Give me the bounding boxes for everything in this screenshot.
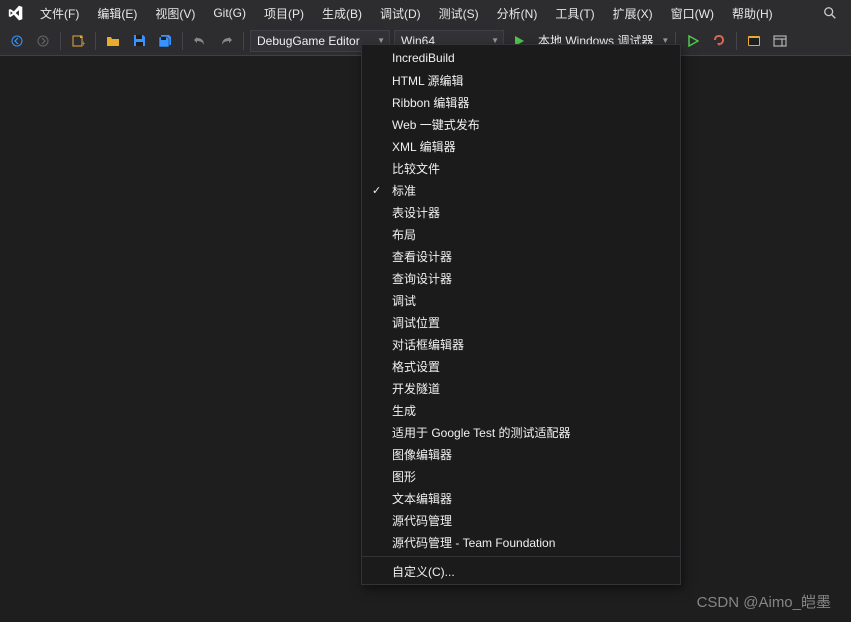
- menu-item-graphics[interactable]: 图形: [362, 465, 680, 487]
- menu-item-incredibuild[interactable]: IncrediBuild: [362, 47, 680, 69]
- watermark: CSDN @Aimo_皑墨: [697, 591, 831, 612]
- menu-help[interactable]: 帮助(H): [724, 1, 781, 26]
- menu-item-html-source[interactable]: HTML 源编辑: [362, 69, 680, 91]
- open-folder-icon[interactable]: [102, 30, 124, 52]
- save-all-icon[interactable]: [154, 30, 176, 52]
- menu-item-standard[interactable]: ✓标准: [362, 179, 680, 201]
- menu-edit[interactable]: 编辑(E): [89, 1, 145, 26]
- new-item-icon[interactable]: +: [67, 30, 89, 52]
- menu-item-customize[interactable]: 自定义(C)...: [362, 560, 680, 582]
- menu-item-google-test[interactable]: 适用于 Google Test 的测试适配器: [362, 421, 680, 443]
- separator: [736, 32, 737, 50]
- toolbar-context-menu: IncrediBuild HTML 源编辑 Ribbon 编辑器 Web 一键式…: [361, 44, 681, 585]
- menu-item-web-publish[interactable]: Web 一键式发布: [362, 113, 680, 135]
- menu-item-ribbon-editor[interactable]: Ribbon 编辑器: [362, 91, 680, 113]
- separator: [243, 32, 244, 50]
- menu-window[interactable]: 窗口(W): [663, 1, 722, 26]
- menu-build[interactable]: 生成(B): [314, 1, 370, 26]
- menu-item-dev-tunnel[interactable]: 开发隧道: [362, 377, 680, 399]
- menu-file[interactable]: 文件(F): [32, 1, 87, 26]
- menu-item-debug-location[interactable]: 调试位置: [362, 311, 680, 333]
- nav-forward-icon[interactable]: [32, 30, 54, 52]
- menu-item-source-control[interactable]: 源代码管理: [362, 509, 680, 531]
- menu-analyze[interactable]: 分析(N): [489, 1, 546, 26]
- search-icon[interactable]: [815, 2, 845, 24]
- save-icon[interactable]: [128, 30, 150, 52]
- hot-reload-icon[interactable]: [708, 30, 730, 52]
- separator: [60, 32, 61, 50]
- menu-item-source-control-tf[interactable]: 源代码管理 - Team Foundation: [362, 531, 680, 553]
- menu-item-xml-editor[interactable]: XML 编辑器: [362, 135, 680, 157]
- menu-item-compare-files[interactable]: 比较文件: [362, 157, 680, 179]
- check-icon: ✓: [372, 184, 381, 197]
- layout-icon[interactable]: [769, 30, 791, 52]
- start-without-debug-icon[interactable]: [682, 30, 704, 52]
- menu-item-format[interactable]: 格式设置: [362, 355, 680, 377]
- separator: [182, 32, 183, 50]
- nav-back-icon[interactable]: [6, 30, 28, 52]
- svg-text:+: +: [81, 39, 85, 48]
- undo-icon[interactable]: [189, 30, 211, 52]
- menu-git[interactable]: Git(G): [205, 2, 254, 24]
- separator: [95, 32, 96, 50]
- menu-item-view-designer[interactable]: 查看设计器: [362, 245, 680, 267]
- menu-debug[interactable]: 调试(D): [372, 1, 429, 26]
- menu-extensions[interactable]: 扩展(X): [605, 1, 661, 26]
- browse-icon[interactable]: [743, 30, 765, 52]
- menu-item-query-designer[interactable]: 查询设计器: [362, 267, 680, 289]
- menu-item-layout[interactable]: 布局: [362, 223, 680, 245]
- menu-item-image-editor[interactable]: 图像编辑器: [362, 443, 680, 465]
- menu-view[interactable]: 视图(V): [147, 1, 203, 26]
- separator: [362, 556, 680, 557]
- menu-test[interactable]: 测试(S): [431, 1, 487, 26]
- configuration-value: DebugGame Editor: [257, 34, 360, 48]
- menu-tools[interactable]: 工具(T): [547, 1, 602, 26]
- redo-icon[interactable]: [215, 30, 237, 52]
- menu-item-build[interactable]: 生成: [362, 399, 680, 421]
- visual-studio-logo-icon: [6, 4, 24, 22]
- menu-item-text-editor[interactable]: 文本编辑器: [362, 487, 680, 509]
- menu-item-table-designer[interactable]: 表设计器: [362, 201, 680, 223]
- menu-project[interactable]: 项目(P): [256, 1, 312, 26]
- menubar: 文件(F) 编辑(E) 视图(V) Git(G) 项目(P) 生成(B) 调试(…: [0, 0, 851, 26]
- menu-item-debug[interactable]: 调试: [362, 289, 680, 311]
- menu-item-dialog-editor[interactable]: 对话框编辑器: [362, 333, 680, 355]
